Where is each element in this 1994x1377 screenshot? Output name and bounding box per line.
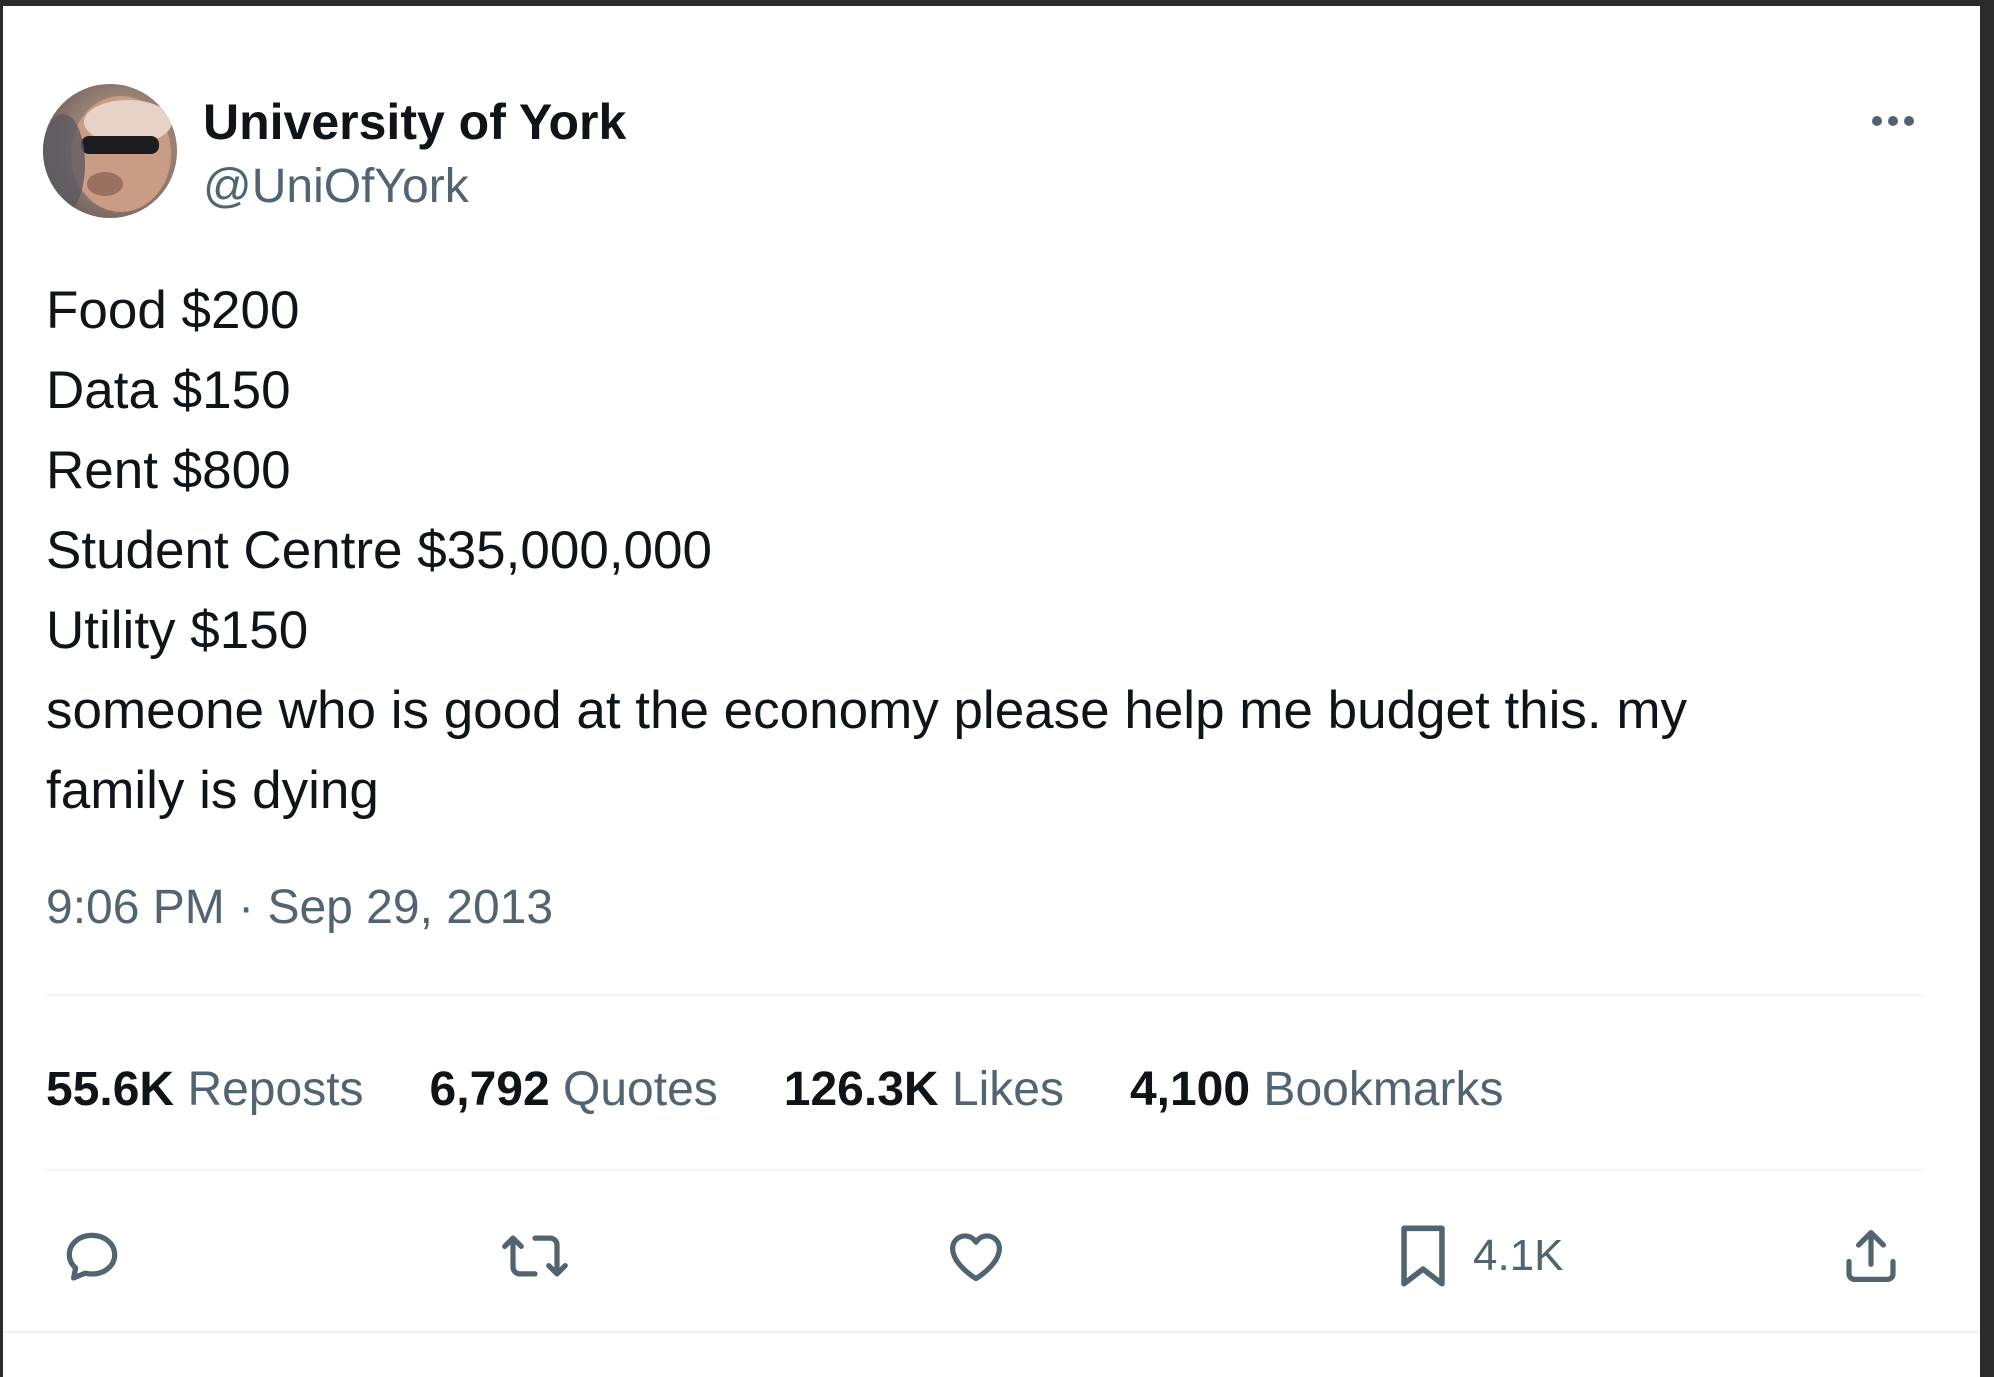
avatar-photo: [43, 84, 177, 218]
bookmark-icon: [1401, 1225, 1445, 1287]
stat-quotes[interactable]: 6,792 Quotes: [430, 1058, 718, 1122]
tweet-line: Data $150: [46, 361, 291, 420]
share-button[interactable]: [1838, 1216, 1904, 1296]
tweet-time: 9:06 PM: [46, 881, 225, 934]
tweet-line: Food $200: [46, 281, 300, 340]
quotes-label: Quotes: [563, 1063, 718, 1116]
stat-bookmarks[interactable]: 4,100 Bookmarks: [1130, 1058, 1504, 1122]
more-dots-icon: [1872, 116, 1914, 126]
bookmarks-label: Bookmarks: [1263, 1063, 1504, 1116]
tweet-date: Sep 29, 2013: [267, 881, 554, 934]
author-name[interactable]: University of York: [203, 90, 626, 154]
engagement-stats: 55.6K Reposts 6,792 Quotes 126.3K Likes …: [46, 1058, 1570, 1122]
card-bottom-border: [3, 1331, 1980, 1333]
reposts-count: 55.6K: [46, 1063, 175, 1116]
stat-reposts[interactable]: 55.6K Reposts: [46, 1058, 364, 1122]
tweet-line: Student Centre $35,000,000: [46, 521, 712, 580]
stat-likes[interactable]: 126.3K Likes: [784, 1058, 1064, 1122]
speech-bubble-icon: [66, 1232, 118, 1281]
timestamp-separator: ·: [238, 881, 255, 934]
author-block: University of York @UniOfYork: [203, 90, 626, 220]
tweet-line: Utility $150: [46, 601, 309, 660]
tweet-line: someone who is good at the economy pleas…: [46, 681, 1688, 740]
avatar[interactable]: [43, 84, 177, 218]
action-bar: 4.1K: [3, 1216, 1980, 1296]
tweet-card: University of York @UniOfYork Food $200 …: [3, 6, 1980, 1377]
likes-label: Likes: [951, 1063, 1064, 1116]
tweet-line: family is dying: [46, 761, 379, 820]
quotes-count: 6,792: [429, 1063, 550, 1116]
reposts-label: Reposts: [187, 1063, 364, 1116]
bookmarks-count: 4,100: [1129, 1063, 1251, 1116]
divider-bottom: [46, 1169, 1923, 1171]
repost-arrows-icon: [502, 1235, 568, 1277]
heart-icon: [950, 1233, 1002, 1282]
tweet-timestamp[interactable]: 9:06 PM · Sep 29, 2013: [46, 876, 553, 940]
author-handle[interactable]: @UniOfYork: [203, 154, 626, 220]
reply-button[interactable]: [59, 1216, 125, 1296]
tweet-text: Food $200 Data $150 Rent $800 Student Ce…: [46, 271, 1906, 831]
divider-top: [46, 994, 1923, 996]
bookmark-count: 4.1K: [1473, 1231, 1564, 1280]
repost-button[interactable]: [499, 1216, 571, 1296]
likes-count: 126.3K: [783, 1063, 939, 1116]
share-upload-icon: [1846, 1230, 1896, 1282]
bookmark-button[interactable]: 4.1K: [1393, 1216, 1564, 1296]
like-button[interactable]: [941, 1216, 1011, 1296]
tweet-line: Rent $800: [46, 441, 291, 500]
more-options-button[interactable]: [1863, 106, 1923, 136]
